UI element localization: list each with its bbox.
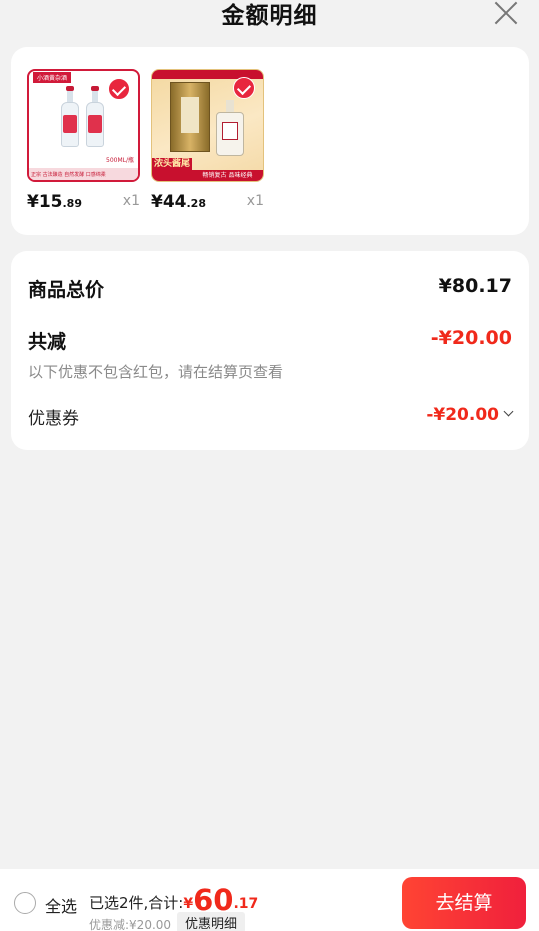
- price-decimal: .28: [186, 197, 207, 210]
- header: 金额明细: [0, 0, 539, 40]
- image-top-label: 小酒黄杂酒: [33, 72, 72, 83]
- product-quantity: x1: [122, 193, 140, 209]
- product-quantity: x1: [246, 193, 264, 209]
- reduce-row: 共减 -¥20.00: [28, 327, 512, 357]
- image-slogan: 畅销复古 品味经典: [192, 170, 263, 181]
- gift-box-graphic: [170, 82, 210, 152]
- check-icon[interactable]: [233, 77, 255, 99]
- close-icon[interactable]: [493, 0, 519, 26]
- total-row: 商品总价 ¥80.17: [28, 275, 512, 305]
- image-volume: 500ML/瓶: [106, 157, 134, 164]
- checkout-button[interactable]: 去结算: [402, 877, 526, 929]
- product-price: ¥15.89: [27, 192, 82, 212]
- selected-total: 已选2件,合计:¥60.17: [89, 881, 259, 917]
- page-title: 金额明细: [221, 3, 318, 29]
- bottle-graphic: [61, 86, 79, 147]
- product-image[interactable]: 小酒黄杂酒 500ML/瓶 正宗 古法酿造 自然发酵 口感绵柔: [27, 69, 140, 182]
- bottle-graphic: [86, 86, 104, 147]
- product-image[interactable]: 浓头酱尾 畅销复古 品味经典: [151, 69, 264, 182]
- select-all-label[interactable]: 全选: [45, 893, 77, 917]
- price-integer: ¥15: [27, 192, 63, 212]
- image-tag: 浓头酱尾: [152, 158, 192, 181]
- total-value: ¥80.17: [438, 275, 512, 297]
- check-icon[interactable]: [108, 78, 130, 100]
- coupon-value: -¥20.00: [426, 405, 499, 425]
- bottle-graphic: [216, 100, 244, 156]
- product-price: ¥44.28: [151, 192, 206, 212]
- discount-text: 优惠减:¥20.00: [89, 918, 172, 931]
- discount-line: 优惠减:¥20.00 优惠明细: [89, 912, 246, 931]
- coupon-value-wrap[interactable]: -¥20.00: [426, 405, 514, 425]
- selected-count-text: 已选2件,合计:: [89, 894, 184, 912]
- select-all-radio[interactable]: [14, 892, 36, 914]
- product-item[interactable]: 浓头酱尾 畅销复古 品味经典 ¥44.28 x1: [151, 69, 264, 214]
- checkout-bar: 全选 已选2件,合计:¥60.17 优惠减:¥20.00 优惠明细 去结算: [0, 869, 539, 931]
- total-decimal: .17: [233, 896, 259, 912]
- discount-detail-button[interactable]: 优惠明细: [177, 912, 246, 931]
- coupon-label: 优惠券: [28, 409, 79, 429]
- reduce-label: 共减: [28, 331, 67, 353]
- image-band: 正宗 古法酿造 自然发酵 口感绵柔: [29, 168, 138, 180]
- total-label: 商品总价: [28, 279, 105, 301]
- price-decimal: .89: [62, 197, 83, 210]
- summary-card: 商品总价 ¥80.17 共减 -¥20.00 以下优惠不包含红包，请在结算页查看…: [11, 251, 529, 450]
- product-item[interactable]: 小酒黄杂酒 500ML/瓶 正宗 古法酿造 自然发酵 口感绵柔 ¥15.89 x…: [27, 69, 140, 214]
- price-row: ¥15.89 x1: [27, 190, 140, 214]
- price-row: ¥44.28 x1: [151, 190, 264, 214]
- coupon-row[interactable]: 优惠券 -¥20.00: [28, 404, 514, 429]
- chevron-down-icon[interactable]: [503, 406, 514, 417]
- reduce-value: -¥20.00: [430, 327, 512, 349]
- products-card: 小酒黄杂酒 500ML/瓶 正宗 古法酿造 自然发酵 口感绵柔 ¥15.89 x…: [11, 47, 529, 235]
- price-integer: ¥44: [151, 192, 187, 212]
- total-currency: ¥: [183, 896, 194, 912]
- discount-note: 以下优惠不包含红包，请在结算页查看: [28, 363, 284, 381]
